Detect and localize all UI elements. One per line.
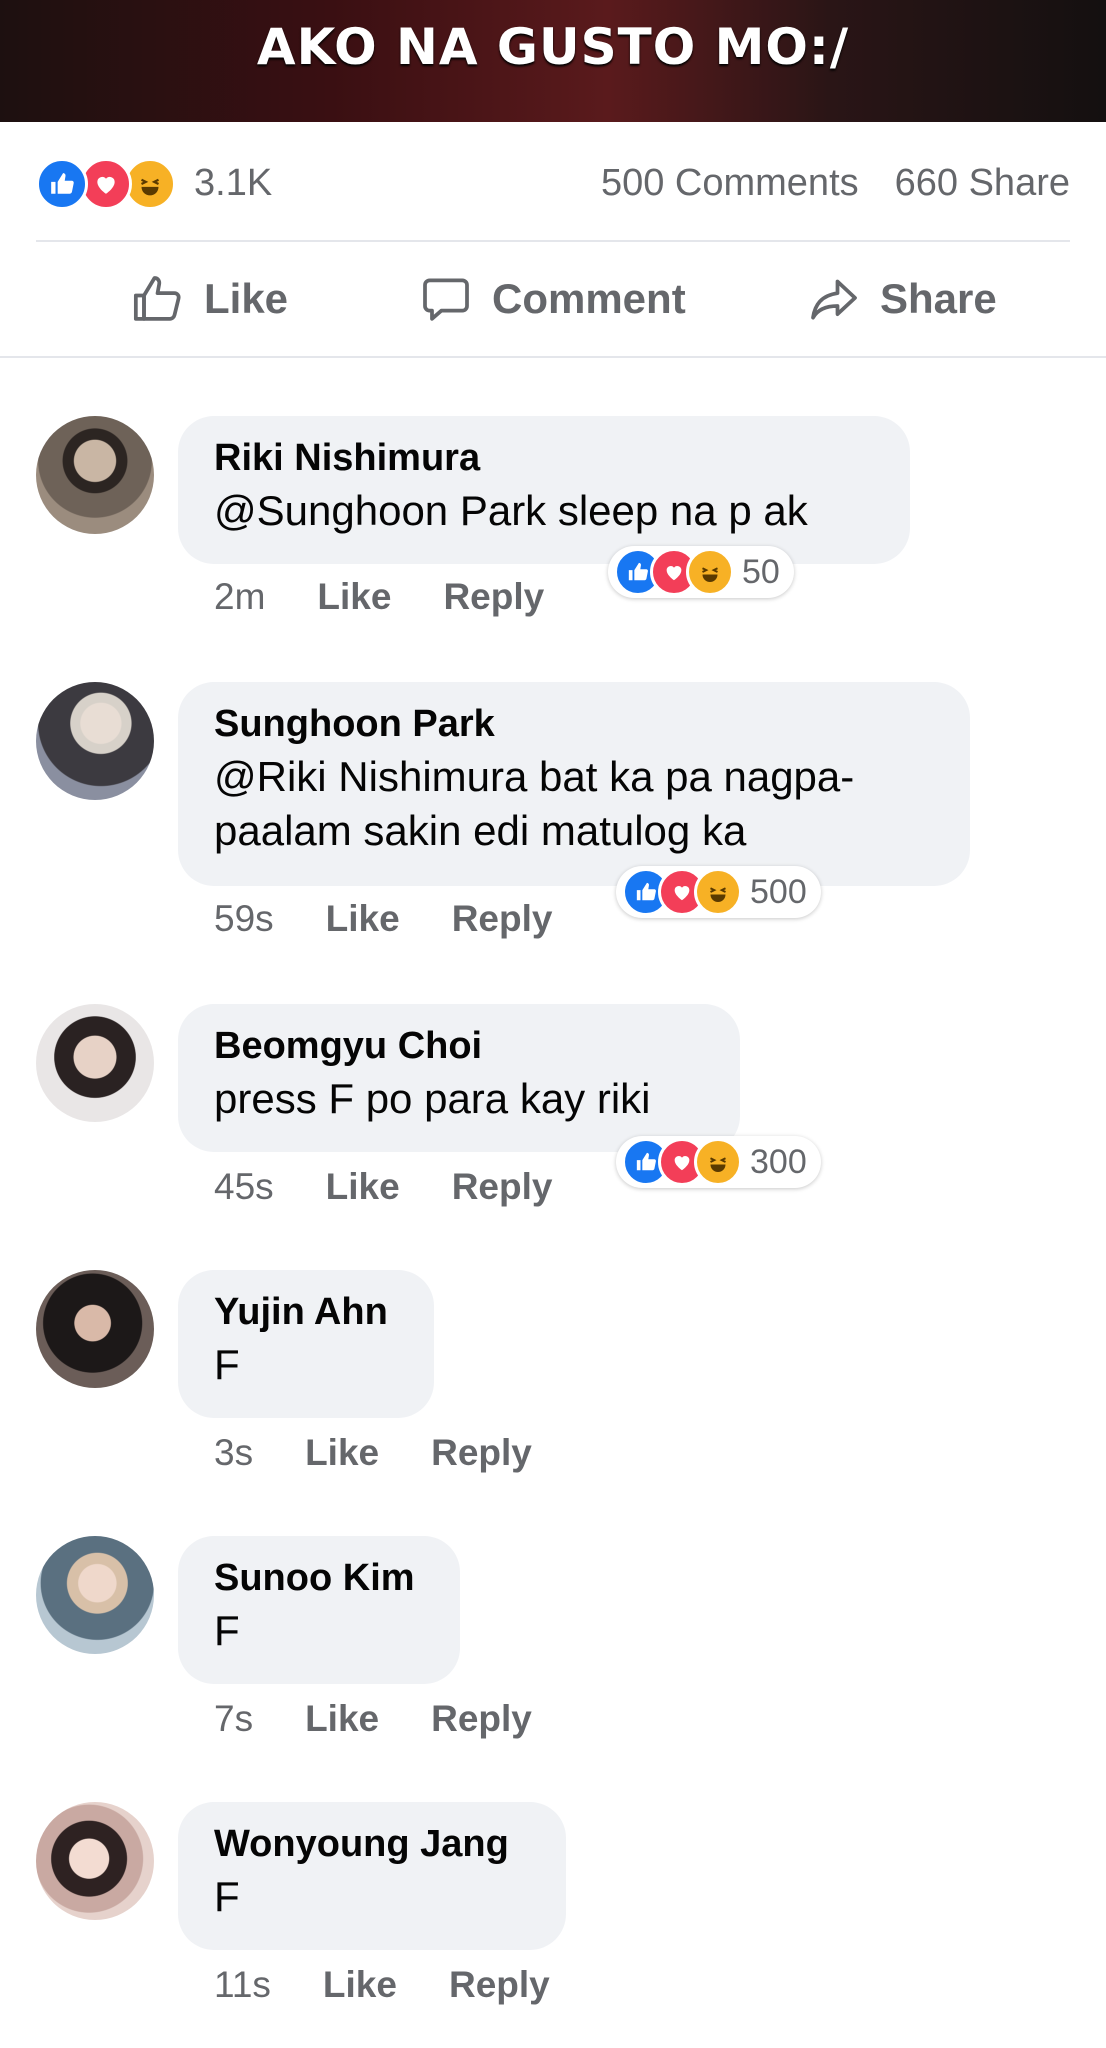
comment-reply-link[interactable]: Reply [431, 1432, 532, 1474]
comment-text: @Riki Nishimura bat ka pa nagpa-paalam s… [214, 753, 855, 854]
share-arrow-icon [811, 279, 857, 320]
comment-timestamp[interactable]: 45s [214, 1166, 274, 1208]
comment-meta: 11s Like Reply [214, 1964, 550, 2006]
comment-reply-link[interactable]: Reply [443, 576, 544, 618]
comment-like-link[interactable]: Like [326, 898, 400, 940]
comment-like-link[interactable]: Like [305, 1698, 379, 1740]
laughing-face-icon [694, 1138, 742, 1186]
comment-text: F [214, 1607, 240, 1654]
comment-meta: 7s Like Reply [214, 1698, 532, 1740]
comment-reply-link[interactable]: Reply [452, 1166, 553, 1208]
reaction-count: 50 [742, 552, 780, 591]
like-button[interactable]: Like [130, 264, 288, 334]
comment-text: @Sunghoon Park sleep na p ak [214, 487, 808, 534]
like-button-label: Like [204, 275, 289, 322]
comment-like-link[interactable]: Like [323, 1964, 397, 2006]
avatar[interactable] [36, 682, 154, 800]
post-image[interactable]: AKO NA GUSTO MO:/ [0, 0, 1106, 122]
reaction-count: 300 [750, 1142, 807, 1181]
avatar[interactable] [36, 1004, 154, 1122]
comment-text: F [214, 1341, 240, 1388]
comment-reply-link[interactable]: Reply [431, 1698, 532, 1740]
comment-reactions[interactable]: 300 [616, 1136, 821, 1188]
comment-reply-link[interactable]: Reply [452, 898, 553, 940]
engagement-counts: 500 Comments 660 Share [565, 162, 1070, 205]
comment-timestamp[interactable]: 2m [214, 576, 265, 618]
shares-count[interactable]: 660 Share [895, 162, 1070, 204]
share-button-label: Share [880, 275, 997, 322]
comment-meta: 3s Like Reply [214, 1432, 532, 1474]
comment-meta: 45s Like Reply [214, 1166, 552, 1208]
avatar[interactable] [36, 1536, 154, 1654]
comment-author[interactable]: Wonyoung Jang [214, 1822, 530, 1866]
comment-button-label: Comment [492, 275, 686, 322]
speech-bubble-icon [423, 278, 469, 321]
comments-count[interactable]: 500 Comments [601, 162, 859, 204]
comment-timestamp[interactable]: 59s [214, 898, 274, 940]
comment-author[interactable]: Sunghoon Park [214, 702, 934, 746]
comment-bubble[interactable]: Sunoo Kim F [178, 1536, 460, 1684]
comment-bubble[interactable]: Wonyoung Jang F [178, 1802, 566, 1950]
thumbs-up-icon [36, 158, 88, 210]
comment-author[interactable]: Beomgyu Choi [214, 1024, 704, 1068]
comment-bubble[interactable]: Yujin Ahn F [178, 1270, 434, 1418]
comment-meta: 2m Like Reply [214, 576, 544, 618]
comment-meta: 59s Like Reply [214, 898, 552, 940]
comment-button[interactable]: Comment [418, 264, 1106, 334]
share-button[interactable]: Share [806, 264, 997, 334]
comment-author[interactable]: Riki Nishimura [214, 436, 874, 480]
reaction-icons[interactable] [36, 158, 182, 210]
comment-timestamp[interactable]: 7s [214, 1698, 253, 1740]
comment-reactions[interactable]: 50 [608, 546, 794, 598]
comment-author[interactable]: Yujin Ahn [214, 1290, 398, 1334]
comment-author[interactable]: Sunoo Kim [214, 1556, 424, 1600]
comment-bubble[interactable]: Riki Nishimura @Sunghoon Park sleep na p… [178, 416, 910, 564]
comment-like-link[interactable]: Like [326, 1166, 400, 1208]
comment-bubble[interactable]: Beomgyu Choi press F po para kay riki [178, 1004, 740, 1152]
comment-reactions[interactable]: 500 [616, 866, 821, 918]
laughing-face-icon [694, 868, 742, 916]
comment-text: press F po para kay riki [214, 1075, 651, 1122]
thumbs-up-outline-icon [133, 276, 181, 321]
comment-timestamp[interactable]: 3s [214, 1432, 253, 1474]
avatar[interactable] [36, 416, 154, 534]
comment-timestamp[interactable]: 11s [214, 1964, 271, 2006]
reaction-total[interactable]: 3.1K [194, 162, 272, 205]
laughing-face-icon [686, 548, 734, 596]
avatar[interactable] [36, 1802, 154, 1920]
comment-text: F [214, 1873, 240, 1920]
comment-reply-link[interactable]: Reply [449, 1964, 550, 2006]
comment-like-link[interactable]: Like [317, 576, 391, 618]
reaction-count: 500 [750, 872, 807, 911]
comment-like-link[interactable]: Like [305, 1432, 379, 1474]
avatar[interactable] [36, 1270, 154, 1388]
post-image-caption: AKO NA GUSTO MO:/ [256, 18, 850, 76]
reaction-summary-bar: 3.1K 500 Comments 660 Share [36, 122, 1070, 242]
post-action-bar: Like Comment Share [0, 242, 1106, 358]
comment-bubble[interactable]: Sunghoon Park @Riki Nishimura bat ka pa … [178, 682, 970, 886]
